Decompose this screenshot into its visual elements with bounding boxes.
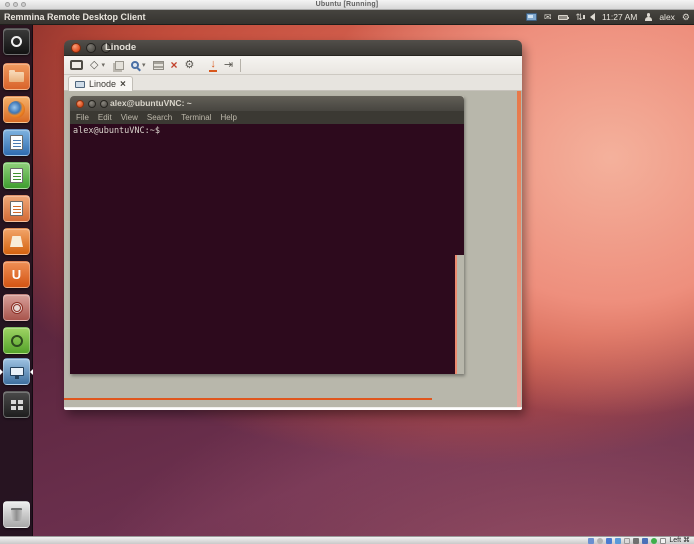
menu-help[interactable]: Help [220,113,236,122]
launcher-dash-home[interactable] [3,28,30,55]
remmina-toolbar: ◇ ▾ ▾ × ⚙ ↓ ⇥ [64,56,522,75]
tab-linode[interactable]: Linode × [68,76,133,91]
shared-folders-icon[interactable] [633,538,639,544]
launcher-ubuntu-software-center[interactable] [3,228,30,255]
audio-icon[interactable] [606,538,612,544]
network-icon[interactable] [615,538,621,544]
framebuffer-artifact-step [455,255,464,374]
host-key-label: Left ⌘ [669,537,690,544]
terminal-maximize-button[interactable] [100,100,108,108]
writer-document-icon [10,135,23,150]
menu-edit[interactable]: Edit [98,113,112,122]
scale-window-icon[interactable]: ◇ [90,60,98,71]
volume-icon[interactable] [590,13,595,21]
remmina-window: Linode ◇ ▾ ▾ × ⚙ ↓ ⇥ Linode × [64,40,522,410]
calc-spreadsheet-icon [10,168,23,183]
shell-prompt: alex@ubuntuVNC:~$ [73,126,160,136]
remote-terminal-window[interactable]: alex@ubuntuVNC: ~ File Edit View Search … [70,96,464,374]
launcher-firefox[interactable] [3,96,30,123]
firefox-icon [8,101,25,118]
zoom-icon[interactable] [131,61,139,69]
remote-display-indicator-icon[interactable] [526,13,537,21]
usb-icon[interactable] [624,538,630,544]
remote-desktop-viewport[interactable]: alex@ubuntuVNC: ~ File Edit View Search … [64,91,522,407]
disconnect-icon[interactable]: ↓ [209,59,217,72]
user-menu-icon[interactable] [644,13,652,21]
vm-window-title: Ubuntu [Running] [0,1,694,8]
virtualbox-vm-window: Ubuntu [Running] Remmina Remote Desktop … [0,0,694,544]
session-gear-icon[interactable]: ⚙ [682,13,690,22]
remmina-tab-bar: Linode × [64,75,522,91]
tab-label: Linode [89,79,116,89]
terminal-title: alex@ubuntuVNC: ~ [110,98,192,108]
launcher-update-manager[interactable] [3,327,30,354]
exit-icon[interactable]: ⇥ [224,60,233,71]
folder-icon [9,72,24,82]
swirl-icon [11,335,23,347]
remmina-window-title: Linode [105,42,136,53]
shopping-bag-icon [10,236,23,247]
terminal-window-controls [76,100,108,108]
menu-search[interactable]: Search [147,113,172,122]
minimize-button[interactable] [86,43,96,53]
terminal-titlebar[interactable]: alex@ubuntuVNC: ~ [70,96,464,111]
username-label[interactable]: alex [659,12,675,22]
vm-status-bar: Left ⌘ [0,536,694,544]
terminal-close-button[interactable] [76,100,84,108]
impress-presentation-icon [10,201,23,216]
terminal-minimize-button[interactable] [88,100,96,108]
ubuntu-one-icon: U [12,267,21,282]
remmina-monitor-icon [10,367,24,376]
launcher-system-settings[interactable] [3,294,30,321]
toolbar-separator [240,59,241,72]
preferences-gears-icon[interactable]: ⚙ [185,60,195,71]
indicator-tray: ✉ ⇅ 11:27 AM alex ⚙ [526,10,690,24]
unity-launcher: U [0,25,33,536]
ubuntu-logo-icon [11,36,22,47]
tools-icon[interactable]: × [171,59,178,71]
tab-close-icon[interactable]: × [120,79,126,90]
workspace-grid-icon [11,400,16,404]
mail-icon[interactable]: ✉ [544,13,552,22]
optical-drives-icon[interactable] [597,538,603,544]
display-icon[interactable] [642,538,648,544]
framebuffer-artifact-right-strip [517,91,521,407]
battery-icon[interactable] [558,15,568,20]
sync-arrows-icon[interactable]: ⇅ [575,13,583,22]
vm-window-titlebar[interactable]: Ubuntu [Running] [0,0,694,10]
terminal-menu-bar: File Edit View Search Terminal Help [70,111,464,124]
clock-label[interactable]: 11:27 AM [602,12,637,22]
launcher-workspace-switcher[interactable] [3,391,30,418]
menu-terminal[interactable]: Terminal [181,113,211,122]
hard-disks-icon[interactable] [588,538,594,544]
launcher-libreoffice-calc[interactable] [3,162,30,189]
launcher-libreoffice-impress[interactable] [3,195,30,222]
menu-view[interactable]: View [121,113,138,122]
remmina-titlebar[interactable]: Linode [64,40,522,56]
launcher-libreoffice-writer[interactable] [3,129,30,156]
scale-dropdown-icon[interactable]: ▾ [101,61,105,69]
host-key-icon [660,538,666,544]
switch-page-icon[interactable] [115,61,124,70]
active-app-title[interactable]: Remmina Remote Desktop Client [4,12,146,22]
trash-can-icon [11,508,22,521]
settings-gear-icon [11,302,23,314]
launcher-home-folder[interactable] [3,63,30,90]
fullscreen-icon[interactable] [70,60,83,70]
menu-file[interactable]: File [76,113,89,122]
zoom-dropdown-icon[interactable]: ▾ [142,61,146,69]
launcher-trash[interactable] [3,501,30,528]
remote-screen-icon [75,81,85,88]
grab-keyboard-icon[interactable] [153,61,164,70]
launcher-remmina[interactable] [3,358,30,385]
terminal-content[interactable]: alex@ubuntuVNC:~$ [70,124,464,374]
framebuffer-artifact-bottom-line [64,398,432,400]
ubuntu-menu-bar: Remmina Remote Desktop Client ✉ ⇅ 11:27 … [0,10,694,25]
features-icon[interactable] [651,538,657,544]
close-button[interactable] [71,43,81,53]
launcher-ubuntu-one[interactable]: U [3,261,30,288]
